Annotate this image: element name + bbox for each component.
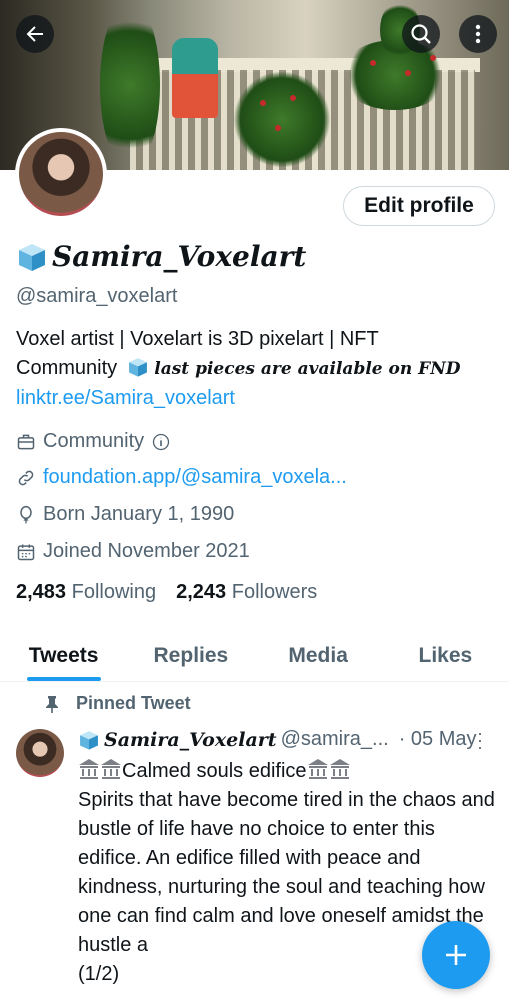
banner-plant xyxy=(232,72,332,167)
profile-bio: Voxel artist | Voxelart is 3D pixelart |… xyxy=(16,325,496,413)
joined-text: Joined November 2021 xyxy=(43,540,250,562)
ice-cube-icon xyxy=(128,358,147,377)
category-label: Community xyxy=(43,430,145,452)
search-icon xyxy=(411,24,431,44)
bio-italic-text: last pieces are available on FND xyxy=(154,359,461,379)
following-stat[interactable]: 2,483 Following xyxy=(16,581,156,604)
banner-flower xyxy=(405,70,411,76)
following-count: 2,483 xyxy=(16,581,67,603)
plus-icon xyxy=(446,945,466,965)
link-icon xyxy=(18,470,34,485)
followers-stat[interactable]: 2,243 Followers xyxy=(176,581,317,604)
tweet-avatar[interactable] xyxy=(16,729,64,777)
classical-building-icon xyxy=(307,759,350,779)
back-button[interactable] xyxy=(16,15,54,53)
bio-line: Community last pieces are available on F… xyxy=(16,354,496,384)
banner-vine xyxy=(100,0,160,170)
ice-cube-icon xyxy=(19,243,45,271)
calendar-icon xyxy=(17,544,35,560)
more-vertical-icon xyxy=(475,24,481,44)
bio-link[interactable]: linktr.ee/Samira_voxelart xyxy=(16,384,496,413)
tweet-first-line: Calmed souls edifice xyxy=(78,759,351,782)
tweet-more-icon[interactable]: · · · xyxy=(477,724,483,756)
tweet-header: Samira_Voxelart @samira_... · 05 May xyxy=(78,728,498,751)
profile-tabs: Tweets Replies Media Likes xyxy=(0,630,509,682)
following-label: Following xyxy=(71,581,157,603)
pin-icon xyxy=(46,695,58,713)
balloon-icon xyxy=(20,505,32,523)
tab-media[interactable]: Media xyxy=(255,630,382,681)
tweet-date: · 05 May xyxy=(398,728,477,750)
username-handle: @samira_voxelart xyxy=(16,285,178,307)
search-button[interactable] xyxy=(402,15,440,53)
banner-flower xyxy=(430,55,436,61)
banner-figure xyxy=(172,38,218,118)
edit-profile-button[interactable]: Edit profile xyxy=(343,186,495,226)
followers-label: Followers xyxy=(231,581,318,603)
info-icon[interactable] xyxy=(151,432,171,452)
display-name-row: Samira_Voxelart xyxy=(16,240,306,273)
ice-cube-icon xyxy=(80,730,98,750)
tab-likes[interactable]: Likes xyxy=(382,630,509,681)
follow-stats: 2,483 Following 2,243 Followers xyxy=(16,581,317,604)
tweet-author-name[interactable]: Samira_Voxelart xyxy=(104,729,277,751)
bio-line: Voxel artist | Voxelart is 3D pixelart |… xyxy=(16,328,379,350)
followers-count: 2,243 xyxy=(176,581,227,603)
category-row: Community xyxy=(16,430,171,453)
birthday-text: Born January 1, 1990 xyxy=(43,503,235,525)
profile-avatar[interactable] xyxy=(15,128,107,220)
classical-building-icon xyxy=(79,759,121,779)
display-name: Samira_Voxelart xyxy=(52,240,307,273)
compose-tweet-button[interactable] xyxy=(422,921,490,989)
banner-flower xyxy=(290,95,296,101)
bio-text: Community xyxy=(16,357,118,379)
tweet-title: Calmed souls edifice xyxy=(122,760,307,782)
website-row: foundation.app/@samira_voxela... xyxy=(16,466,347,489)
joined-row: Joined November 2021 xyxy=(16,540,250,563)
pinned-label: Pinned Tweet xyxy=(76,693,191,713)
banner-flower xyxy=(260,100,266,106)
tab-tweets[interactable]: Tweets xyxy=(0,630,127,681)
birthday-row: Born January 1, 1990 xyxy=(16,503,234,526)
arrow-left-icon xyxy=(26,26,43,42)
pinned-indicator: Pinned Tweet xyxy=(44,693,191,714)
banner-flower xyxy=(275,125,281,131)
briefcase-icon xyxy=(17,434,35,449)
tab-replies[interactable]: Replies xyxy=(127,630,254,681)
website-link[interactable]: foundation.app/@samira_voxela... xyxy=(43,466,347,489)
more-options-button[interactable] xyxy=(459,15,497,53)
tweet-author-handle: @samira_... xyxy=(280,728,389,750)
banner-flower xyxy=(370,60,376,66)
